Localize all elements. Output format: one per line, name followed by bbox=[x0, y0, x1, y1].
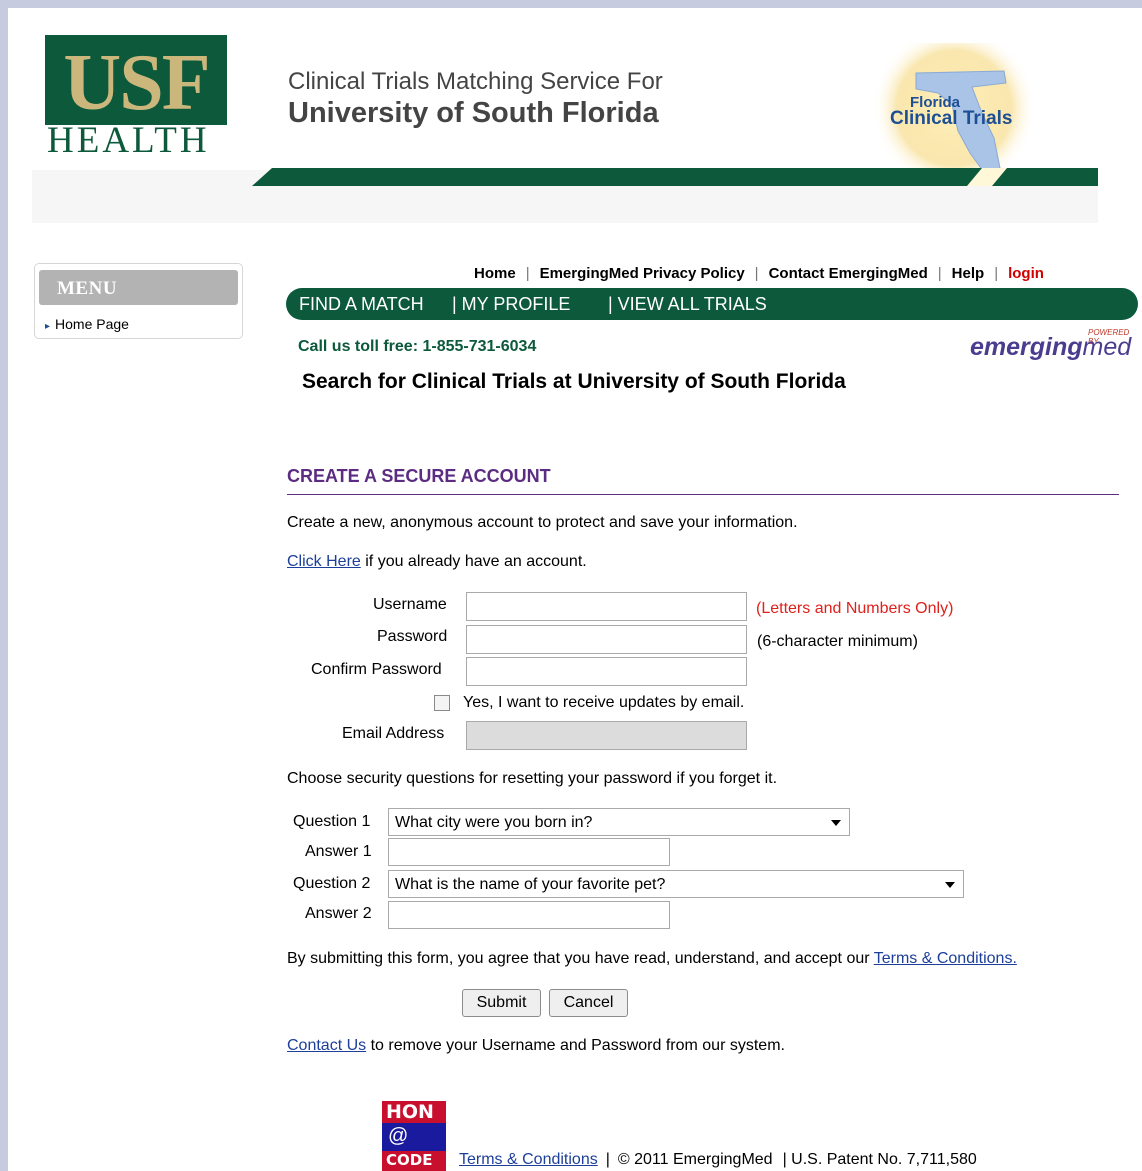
hon-badge-mid: @ bbox=[388, 1125, 409, 1147]
page-title: Search for Clinical Trials at University… bbox=[302, 370, 846, 393]
separator: | bbox=[525, 265, 530, 282]
email-address-field[interactable] bbox=[466, 721, 747, 750]
username-field[interactable] bbox=[466, 592, 747, 621]
section-divider bbox=[287, 494, 1119, 495]
cancel-button[interactable]: Cancel bbox=[549, 989, 628, 1017]
agreement-text: By submitting this form, you agree that … bbox=[287, 950, 1017, 968]
separator: | bbox=[994, 265, 999, 282]
username-label: Username bbox=[373, 596, 447, 613]
security-questions-intro: Choose security questions for resetting … bbox=[287, 770, 778, 787]
answer2-field[interactable] bbox=[388, 901, 670, 929]
question1-label: Question 1 bbox=[293, 813, 371, 830]
privacy-policy-link[interactable]: EmergingMed Privacy Policy bbox=[540, 265, 745, 282]
email-updates-label: Yes, I want to receive updates by email. bbox=[463, 694, 745, 711]
logo-health-text: HEALTH bbox=[47, 120, 210, 161]
copyright-text: © 2011 EmergingMed bbox=[617, 1151, 773, 1168]
click-here-link[interactable]: Click Here bbox=[287, 553, 361, 570]
toll-free-number: Call us toll free: 1-855-731-6034 bbox=[298, 338, 537, 355]
answer2-label: Answer 2 bbox=[305, 905, 372, 922]
answer1-field[interactable] bbox=[388, 838, 670, 866]
login-link[interactable]: login bbox=[1008, 265, 1044, 282]
site-header: USF HEALTH Clinical Trials Matching Serv… bbox=[32, 8, 1098, 223]
tagline-line1: Clinical Trials Matching Service For bbox=[288, 68, 663, 95]
top-links: Home | EmergingMed Privacy Policy | Contact … bbox=[474, 265, 1044, 282]
separator: | bbox=[754, 265, 759, 282]
separator: | bbox=[937, 265, 942, 282]
question2-select[interactable]: What is the name of your favorite pet? bbox=[388, 870, 964, 898]
confirm-password-field[interactable] bbox=[466, 657, 747, 686]
logo-usf-text: USF bbox=[63, 39, 210, 127]
submit-button[interactable]: Submit bbox=[462, 989, 541, 1017]
separator: | bbox=[605, 1151, 610, 1168]
terms-conditions-link[interactable]: Terms & Conditions. bbox=[874, 950, 1017, 967]
question1-value: What city were you born in? bbox=[395, 814, 593, 831]
page: USF HEALTH Clinical Trials Matching Serv… bbox=[8, 8, 1142, 1171]
password-hint: (6-character minimum) bbox=[757, 633, 918, 650]
menu-header: MENU bbox=[39, 270, 238, 305]
chevron-down-icon bbox=[831, 820, 841, 826]
intro-text: Create a new, anonymous account to prote… bbox=[287, 514, 798, 531]
contact-us-link[interactable]: Contact Us bbox=[287, 1037, 366, 1054]
question1-select[interactable]: What city were you born in? bbox=[388, 808, 850, 836]
username-hint: (Letters and Numbers Only) bbox=[756, 600, 954, 617]
email-address-label: Email Address bbox=[342, 725, 445, 742]
question2-label: Question 2 bbox=[293, 875, 371, 892]
section-title: CREATE A SECURE ACCOUNT bbox=[287, 466, 551, 486]
menu-title: MENU bbox=[57, 278, 118, 299]
password-label: Password bbox=[377, 628, 448, 645]
emergingmed-logo-part2: med bbox=[1082, 333, 1132, 361]
chevron-right-icon: ▸ bbox=[45, 321, 51, 332]
confirm-password-label: Confirm Password bbox=[311, 661, 442, 678]
main-nav-bar: FIND A MATCH | MY PROFILE | VIEW ALL TRI… bbox=[286, 288, 1138, 320]
hon-code-badge[interactable]: HON @ CODE bbox=[382, 1101, 446, 1171]
header-green-bar bbox=[32, 168, 1098, 186]
contact-line-text: to remove your Username and Password fro… bbox=[366, 1037, 785, 1054]
question2-value: What is the name of your favorite pet? bbox=[395, 876, 666, 893]
clinical-trials-text: Clinical Trials bbox=[890, 108, 1013, 129]
answer1-label: Answer 1 bbox=[305, 843, 372, 860]
patent-text: | U.S. Patent No. 7,711,580 bbox=[782, 1151, 977, 1168]
emergingmed-logo-part1: emerging bbox=[970, 333, 1083, 361]
contact-line: Contact Us to remove your Username and P… bbox=[287, 1037, 785, 1055]
sidebar-item-home-page[interactable]: ▸ Home Page bbox=[45, 316, 129, 332]
sidebar-menu: MENU ▸ Home Page bbox=[34, 263, 243, 339]
email-updates-checkbox[interactable] bbox=[434, 695, 450, 711]
chevron-down-icon bbox=[945, 882, 955, 888]
help-link[interactable]: Help bbox=[952, 265, 985, 282]
home-link[interactable]: Home bbox=[474, 265, 516, 282]
existing-account-text: if you already have an account. bbox=[360, 553, 587, 570]
nav-view-all-trials[interactable]: | VIEW ALL TRIALS bbox=[608, 294, 767, 315]
tagline-line2: University of South Florida bbox=[288, 97, 659, 129]
emergingmed-logo: emergingmed bbox=[970, 333, 1131, 362]
existing-account-line: Click Here if you already have an accoun… bbox=[287, 553, 587, 571]
password-field[interactable] bbox=[466, 625, 747, 654]
usf-health-logo[interactable]: USF HEALTH bbox=[45, 35, 227, 159]
nav-find-a-match[interactable]: FIND A MATCH bbox=[299, 294, 424, 315]
hon-badge-bottom: CODE bbox=[382, 1151, 446, 1171]
agreement-label: By submitting this form, you agree that … bbox=[287, 950, 874, 967]
nav-my-profile[interactable]: | MY PROFILE bbox=[452, 294, 570, 315]
sidebar-item-label: Home Page bbox=[55, 316, 129, 332]
contact-emergingmed-link[interactable]: Contact EmergingMed bbox=[769, 265, 928, 282]
hon-badge-top: HON bbox=[382, 1101, 446, 1123]
footer-terms-link[interactable]: Terms & Conditions bbox=[459, 1151, 598, 1168]
footer-links: Terms & Conditions | © 2011 EmergingMed | U… bbox=[459, 1151, 977, 1169]
